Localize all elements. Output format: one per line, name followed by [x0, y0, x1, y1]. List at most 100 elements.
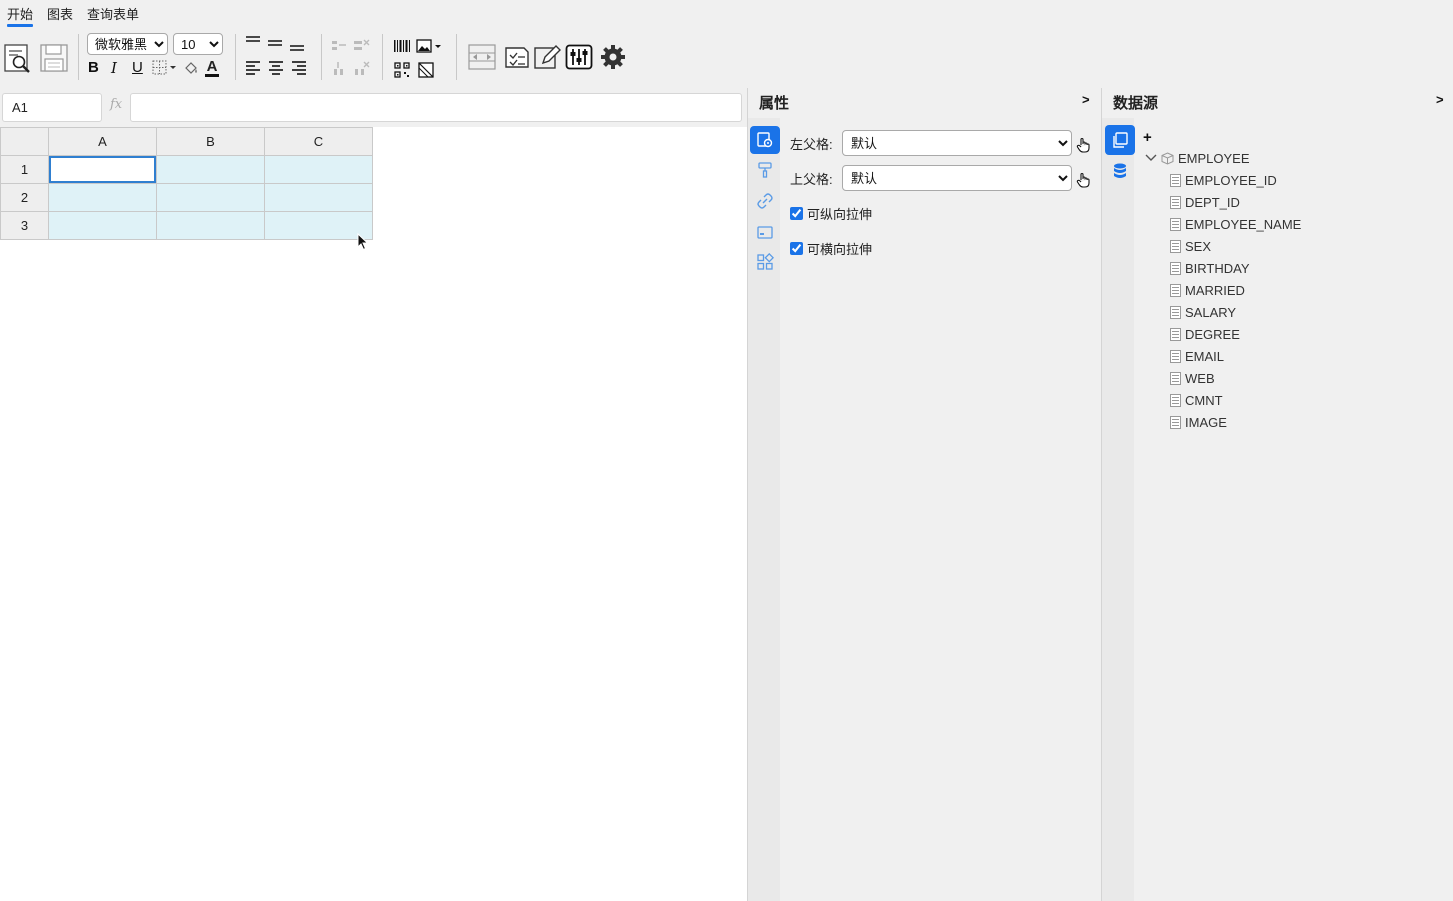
formula-input[interactable] — [130, 93, 742, 122]
italic-button[interactable]: I — [111, 59, 117, 77]
widgets-tab[interactable] — [750, 248, 780, 276]
toolbar-separator — [321, 34, 322, 80]
barcode-button[interactable] — [393, 38, 411, 54]
align-middle-button[interactable] — [267, 36, 283, 50]
settings-button[interactable] — [598, 42, 628, 72]
dataset-tab[interactable] — [1105, 125, 1135, 155]
row-header-1[interactable]: 1 — [0, 155, 49, 184]
qrcode-icon — [394, 62, 410, 78]
left-parent-pick-button[interactable] — [1075, 136, 1091, 154]
align-top-button[interactable] — [245, 35, 261, 49]
corner-header[interactable] — [0, 127, 49, 156]
column-header-b[interactable]: B — [156, 127, 265, 156]
vertical-stretch-label: 可纵向拉伸 — [807, 207, 873, 222]
align-right-icon — [292, 61, 306, 75]
cell-a3[interactable] — [48, 211, 157, 240]
edit-button[interactable] — [533, 42, 561, 72]
tree-field-item[interactable]: IMAGE — [1170, 413, 1227, 431]
hyperlink-tab[interactable] — [750, 187, 780, 215]
tree-field-item[interactable]: EMPLOYEE_NAME — [1170, 215, 1301, 233]
cell-b3[interactable] — [156, 211, 265, 240]
database-tab[interactable] — [1105, 157, 1135, 185]
display-tab[interactable] — [750, 218, 780, 246]
underline-button[interactable]: U — [132, 59, 143, 77]
row-height-button[interactable] — [467, 42, 497, 72]
align-center-button[interactable] — [268, 60, 284, 76]
slash-cell-button[interactable] — [417, 62, 435, 78]
sheet-grid: A B C 1 2 3 — [0, 127, 373, 240]
cell-c2[interactable] — [264, 183, 373, 212]
insert-image-button[interactable] — [416, 38, 444, 54]
delete-column-button[interactable] — [352, 61, 370, 77]
tree-field-item[interactable]: SEX — [1170, 237, 1211, 255]
font-family-select[interactable]: 微软雅黑 — [87, 33, 168, 55]
add-dataset-button[interactable]: + — [1143, 129, 1152, 146]
align-left-button[interactable] — [245, 60, 261, 76]
tree-dataset-employee[interactable]: EMPLOYEE — [1145, 149, 1250, 167]
save-icon — [40, 44, 68, 72]
toolbar-separator — [235, 34, 236, 80]
tree-field-item[interactable]: EMAIL — [1170, 347, 1224, 365]
fill-color-button[interactable] — [183, 60, 201, 76]
cell-a1[interactable] — [48, 155, 157, 184]
field-name: EMPLOYEE_NAME — [1185, 216, 1302, 232]
cell-c1[interactable] — [264, 155, 373, 184]
link-icon — [757, 193, 773, 209]
tree-field-item[interactable]: DEPT_ID — [1170, 193, 1240, 211]
tree-field-item[interactable]: SALARY — [1170, 303, 1236, 321]
tree-field-item[interactable]: BIRTHDAY — [1170, 259, 1250, 277]
row-header-3[interactable]: 3 — [0, 211, 49, 240]
cell-settings-tab[interactable] — [750, 126, 780, 154]
format-tab[interactable] — [750, 156, 780, 184]
font-color-button[interactable]: A — [203, 58, 221, 78]
horizontal-stretch-option[interactable]: 可横向拉伸 — [790, 239, 872, 258]
border-button[interactable] — [152, 60, 178, 76]
field-name: BIRTHDAY — [1185, 260, 1250, 276]
left-parent-select[interactable]: 默认 — [842, 130, 1072, 156]
align-right-button[interactable] — [291, 60, 307, 76]
row-header-2[interactable]: 2 — [0, 183, 49, 212]
properties-collapse-button[interactable]: > — [1082, 92, 1090, 107]
tree-field-item[interactable]: EMPLOYEE_ID — [1170, 171, 1277, 189]
insert-row-icon — [332, 41, 346, 50]
delete-column-icon — [355, 61, 370, 75]
font-color-icon: A — [206, 58, 218, 75]
insert-column-button[interactable] — [331, 61, 347, 77]
datasource-collapse-button[interactable]: > — [1436, 92, 1444, 107]
delete-row-button[interactable] — [352, 38, 370, 54]
font-size-select[interactable]: 10 — [173, 33, 223, 55]
cell-a2[interactable] — [48, 183, 157, 212]
tab-query-form[interactable]: 查询表单 — [87, 4, 139, 23]
chevron-down-icon[interactable] — [1145, 153, 1157, 163]
tree-field-item[interactable]: DEGREE — [1170, 325, 1240, 343]
column-header-a[interactable]: A — [48, 127, 157, 156]
parameters-button[interactable] — [564, 42, 594, 72]
align-bottom-button[interactable] — [289, 38, 305, 52]
tree-field-item[interactable]: MARRIED — [1170, 281, 1245, 299]
dataset-copy-icon — [1113, 132, 1128, 148]
field-icon — [1170, 393, 1181, 407]
insert-row-button[interactable] — [331, 38, 347, 54]
report-settings-button[interactable] — [503, 42, 531, 72]
hand-pointer-icon — [1076, 172, 1090, 188]
column-header-c[interactable]: C — [264, 127, 373, 156]
vertical-stretch-checkbox[interactable] — [790, 207, 803, 220]
horizontal-stretch-checkbox[interactable] — [790, 242, 803, 255]
tree-field-item[interactable]: WEB — [1170, 369, 1215, 387]
tree-field-item[interactable]: CMNT — [1170, 391, 1223, 409]
preview-button[interactable] — [3, 42, 33, 74]
cell-b2[interactable] — [156, 183, 265, 212]
field-icon — [1170, 239, 1181, 253]
field-icon — [1170, 305, 1181, 319]
tab-start[interactable]: 开始 — [7, 4, 34, 27]
cell-b1[interactable] — [156, 155, 265, 184]
cell-name-box[interactable]: A1 — [2, 93, 102, 122]
align-middle-icon — [268, 40, 282, 46]
tab-chart[interactable]: 图表 — [47, 4, 73, 23]
qrcode-button[interactable] — [393, 62, 411, 78]
save-button[interactable] — [38, 42, 70, 74]
top-parent-select[interactable]: 默认 — [842, 165, 1072, 191]
top-parent-pick-button[interactable] — [1075, 171, 1091, 189]
bold-button[interactable]: B — [88, 59, 99, 77]
vertical-stretch-option[interactable]: 可纵向拉伸 — [790, 204, 872, 223]
